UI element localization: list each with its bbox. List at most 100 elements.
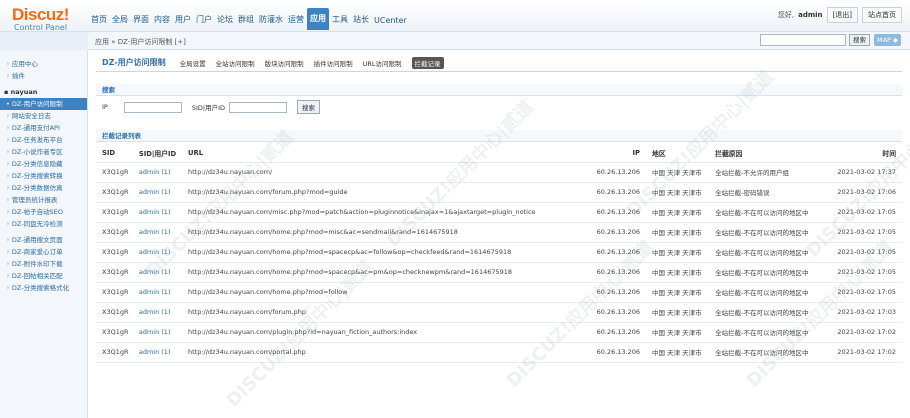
breadcrumb[interactable]: 应用 » DZ-用户访问限制 [+] <box>95 37 186 47</box>
tab-item[interactable]: 全局设置 <box>180 58 206 68</box>
table-header-row: SID SID|用户ID URL IP 地区 拦截原因 时间 <box>96 144 902 163</box>
user-link[interactable]: admin (1) <box>132 162 182 183</box>
table-cell[interactable]: http://dz34u.nayuan.com/ <box>182 162 584 183</box>
user-link[interactable]: admin (1) <box>132 262 182 283</box>
sidebar-header <box>0 32 88 50</box>
user-link[interactable]: admin (1) <box>132 182 182 203</box>
table-cell[interactable]: http://dz34u.nayuan.com/forum.php <box>182 302 584 323</box>
sidebar-item[interactable]: ◦ DZ-任务发布平台 <box>0 134 87 146</box>
sidebar-item[interactable]: ◦ DZ-商家爱心订单 <box>0 246 87 258</box>
sidebar-item[interactable]: • DZ-用户访问限制 <box>0 98 87 110</box>
tab-item[interactable]: 版块访问限制 <box>265 58 304 68</box>
table-cell[interactable]: http://dz34u.nayuan.com/portal.php <box>182 342 584 363</box>
table-cell[interactable]: http://dz34u.nayuan.com/plugin.php?id=na… <box>182 322 584 343</box>
sidebar-item-label: DZ-附件水印下载 <box>11 260 63 268</box>
search-form: IP SID|用户ID 搜索 <box>96 96 902 118</box>
table-cell[interactable]: http://dz34u.nayuan.com/home.php?mod=spa… <box>182 262 584 283</box>
list-section-title: 拦截记录列表 <box>96 130 902 142</box>
table-cell: X3Q1gR <box>96 162 133 183</box>
intercept-log-table: SID SID|用户ID URL IP 地区 拦截原因 时间 X3Q1gR admin (1)… <box>96 144 902 363</box>
sidebar-item-label: 网站安全日志 <box>11 112 51 120</box>
nav-item[interactable]: 防灌水 <box>257 14 285 30</box>
nav-item[interactable]: 门户 <box>194 14 214 30</box>
table-cell[interactable]: http://dz34u.nayuan.com/home.php?mod=mis… <box>182 222 584 243</box>
table-cell: 中国 天津 天津市 <box>646 242 710 263</box>
table-cell: 全站拦截-不在可以访问的地区中 <box>709 262 822 283</box>
logout-button[interactable]: [退出] <box>826 7 858 23</box>
sidebar-item-label: DZ-分类搜索格式化 <box>11 284 70 292</box>
table-cell: 中国 天津 天津市 <box>646 282 710 303</box>
tab-item[interactable]: URL访问限制 <box>363 58 402 68</box>
table-cell[interactable]: http://dz34u.nayuan.com/home.php?mod=spa… <box>182 242 584 263</box>
tab-item[interactable]: 插件访问限制 <box>314 58 353 68</box>
site-home-button[interactable]: 站点首页 <box>862 7 902 23</box>
table-cell: 2021-03-02 17:37 <box>821 162 902 183</box>
sidebar-item[interactable]: ◦ 网站安全日志 <box>0 110 87 122</box>
table-row: X3Q1gR admin (1) http://dz34u.nayuan.com/h… <box>96 242 902 263</box>
table-cell: 2021-03-02 17:05 <box>821 202 902 223</box>
form-search-button[interactable]: 搜索 <box>297 100 321 114</box>
map-button[interactable]: MAP ◆ <box>874 34 902 46</box>
table-cell[interactable]: http://dz34u.nayuan.com/forum.php?mod=gu… <box>182 182 584 203</box>
sidebar-item-label: DZ-小说作者专区 <box>11 148 63 156</box>
table-cell: 2021-03-02 17:05 <box>821 222 902 243</box>
nav-item[interactable]: 论坛 <box>215 14 235 30</box>
sidebar-item[interactable]: ◦ 应用中心 <box>0 58 87 70</box>
table-cell: 2021-03-02 17:02 <box>821 342 902 363</box>
user-link[interactable]: admin (1) <box>132 202 182 223</box>
discuz-logo[interactable]: Discuz! Control Panel <box>12 6 84 32</box>
table-cell: X3Q1gR <box>96 242 133 263</box>
sidebar-item-label: DZ-分类搜索转换 <box>11 172 63 180</box>
nav-item[interactable]: UCenter <box>372 16 409 30</box>
plugin-tabs: DZ-用户访问限制 全局设置 全站访问限制 版块访问限制 插件访问限制 URL访问限制拦… <box>96 56 902 72</box>
sid-input[interactable] <box>229 101 288 113</box>
table-cell[interactable]: http://dz34u.nayuan.com/home.php?mod=fol… <box>182 282 584 303</box>
sidebar-item[interactable]: ◦ 管理员统计报表 <box>0 194 87 206</box>
table-cell: 全站拦截-不在可以访问的地区中 <box>709 322 822 343</box>
user-link[interactable]: admin (1) <box>132 322 182 343</box>
user-link[interactable]: admin (1) <box>132 282 182 303</box>
search-section-title: 搜索 <box>96 84 902 96</box>
nav-item[interactable]: 首页 <box>89 14 109 30</box>
sidebar-item[interactable]: ◦ DZ-分类信息隐藏 <box>0 158 87 170</box>
nav-item[interactable]: 工具 <box>330 14 350 30</box>
nav-item[interactable]: 全局 <box>110 14 130 30</box>
nav-item[interactable]: 内容 <box>152 14 172 30</box>
sidebar-item[interactable]: ◦ DZ-通用搜文页面 <box>0 234 87 246</box>
sidebar-item[interactable]: ◦ 插件 <box>0 70 87 82</box>
ip-input[interactable] <box>123 101 182 113</box>
table-cell: 60.26.13.206 <box>583 202 647 223</box>
table-cell: 60.26.13.206 <box>583 302 647 323</box>
search-button[interactable]: 搜索 <box>849 34 870 46</box>
user-link[interactable]: admin (1) <box>132 242 182 263</box>
sidebar-item[interactable]: ▪ nayuan <box>0 86 87 98</box>
main-nav: 首页 全局 界面 内容 用户 门户 论坛 群组 防灌水 运营 应用 工具 站长 UCenter <box>89 8 410 30</box>
user-link[interactable]: admin (1) <box>132 342 182 363</box>
sidebar-item[interactable]: ◦ DZ-分类搜索格式化 <box>0 282 87 294</box>
sidebar-item[interactable]: ◦ DZ-回帖相关匹配 <box>0 270 87 282</box>
sidebar-item[interactable]: ◦ DZ-通用支付API <box>0 122 87 134</box>
tab-item[interactable]: 全站访问限制 <box>216 58 255 68</box>
table-cell: 全站拦截-不在可以访问的地区中 <box>709 222 822 243</box>
nav-item[interactable]: 运营 <box>286 14 306 30</box>
user-link[interactable]: admin (1) <box>132 222 182 243</box>
nav-item[interactable]: 应用 <box>307 8 329 30</box>
table-cell: 2021-03-02 17:03 <box>821 302 902 323</box>
nav-item[interactable]: 用户 <box>173 14 193 30</box>
sidebar-item[interactable]: ◦ DZ-附件水印下载 <box>0 258 87 270</box>
sidebar-item-label: DZ-通用支付API <box>11 124 60 132</box>
sidebar-item[interactable]: ◦ DZ-分类搜索转换 <box>0 170 87 182</box>
sidebar-item[interactable]: ◦ DZ-同盘无冷检测 <box>0 218 87 230</box>
sidebar-item[interactable]: ◦ DZ-帖子自动SEO <box>0 206 87 218</box>
search-input[interactable] <box>760 34 846 46</box>
table-cell: 中国 天津 天津市 <box>646 182 710 203</box>
nav-item[interactable]: 群组 <box>236 14 256 30</box>
logo-subtitle: Control Panel <box>14 23 68 32</box>
tab-item[interactable]: 拦截记录 <box>411 56 444 69</box>
nav-item[interactable]: 站长 <box>351 14 371 30</box>
table-cell[interactable]: http://dz34u.nayuan.com/misc.php?mod=pat… <box>182 202 584 223</box>
sidebar-item[interactable]: ◦ DZ-小说作者专区 <box>0 146 87 158</box>
nav-item[interactable]: 界面 <box>131 14 151 30</box>
user-link[interactable]: admin (1) <box>132 302 182 323</box>
sidebar-item[interactable]: ◦ DZ-分类数据仿真 <box>0 182 87 194</box>
